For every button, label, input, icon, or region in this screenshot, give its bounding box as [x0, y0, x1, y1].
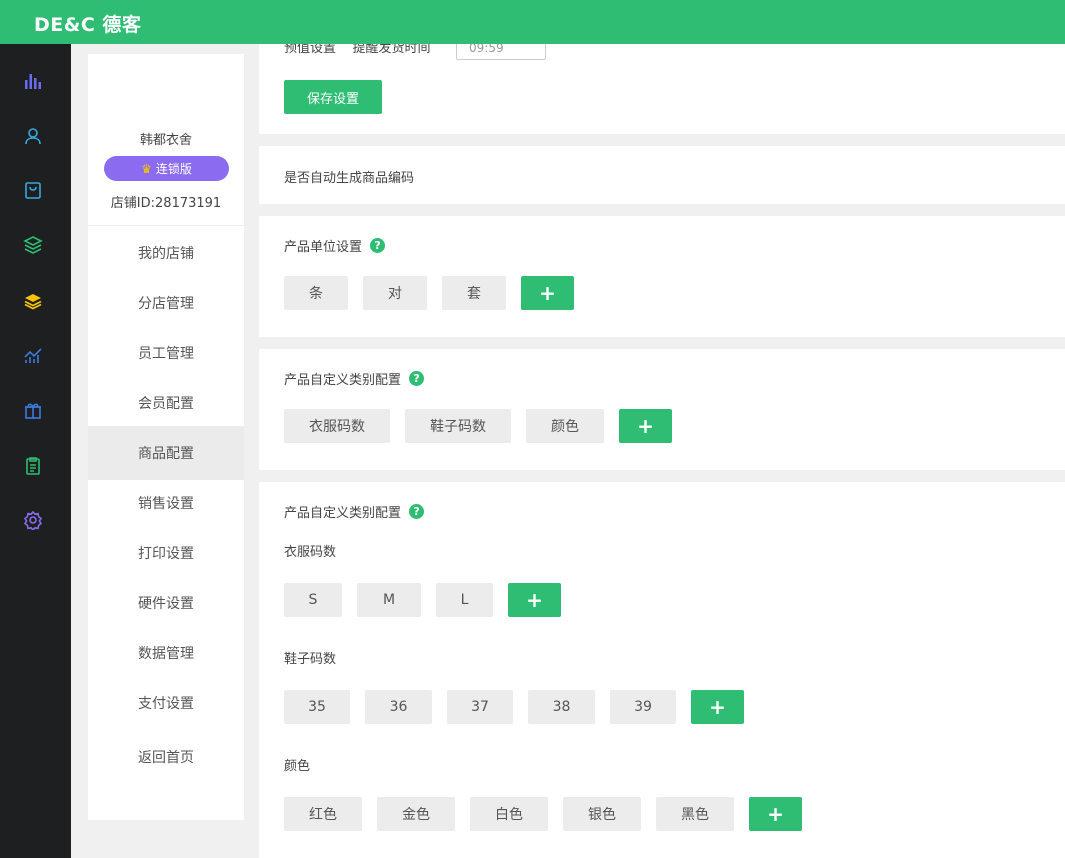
shoe-size-chip[interactable]: 36 — [365, 690, 432, 724]
user-icon[interactable] — [22, 125, 44, 147]
nav-item-branch-management[interactable]: 分店管理 — [88, 276, 244, 330]
color-chip[interactable]: 金色 — [377, 797, 455, 831]
crown-icon: ♛ — [141, 161, 152, 176]
unit-chip[interactable]: 套 — [442, 276, 506, 310]
nav-item-sales-settings[interactable]: 销售设置 — [88, 476, 244, 530]
layers-icon[interactable] — [22, 234, 44, 256]
stack-icon[interactable] — [22, 290, 44, 312]
shoe-size-chip[interactable]: 35 — [284, 690, 350, 724]
plan-label: 连锁版 — [155, 162, 192, 176]
nav-item-hardware-settings[interactable]: 硬件设置 — [88, 576, 244, 630]
unit-chip[interactable]: 条 — [284, 276, 348, 310]
custom-category-detail-card: 产品自定义类别配置 ? 衣服码数 S M L + 鞋子码数 35 36 37 3… — [259, 482, 1065, 858]
auto-code-card: 是否自动生成商品编码 — [259, 146, 1065, 204]
settings-nav-panel: 韩都衣舍 ♛ 连锁版 店铺ID:28173191 我的店铺 分店管理 员工管理 … — [88, 54, 244, 820]
clothing-size-chip[interactable]: S — [284, 583, 342, 617]
unit-chip[interactable]: 对 — [363, 276, 427, 310]
unit-settings-card: 产品单位设置 ? 条 对 套 + — [259, 216, 1065, 337]
nav-item-print-settings[interactable]: 打印设置 — [88, 526, 244, 580]
category-chip[interactable]: 颜色 — [526, 409, 604, 443]
nav-item-staff-management[interactable]: 员工管理 — [88, 326, 244, 380]
shoe-size-chip[interactable]: 39 — [610, 690, 676, 724]
shoe-size-chip[interactable]: 38 — [528, 690, 595, 724]
nav-item-payment-settings[interactable]: 支付设置 — [88, 676, 244, 730]
settings-icon[interactable] — [22, 509, 44, 531]
shopping-bag-icon[interactable] — [22, 179, 44, 201]
auto-code-label: 是否自动生成商品编码 — [284, 171, 415, 186]
unit-settings-label: 产品单位设置 ? — [284, 236, 386, 255]
nav-item-product-config[interactable]: 商品配置 — [88, 426, 244, 480]
icon-rail — [0, 44, 71, 858]
custom-category-card: 产品自定义类别配置 ? 衣服码数 鞋子码数 颜色 + — [259, 349, 1065, 470]
nav-item-data-management[interactable]: 数据管理 — [88, 626, 244, 680]
nav-item-back-home[interactable]: 返回首页 — [88, 730, 244, 784]
clothing-size-group-label: 衣服码数 — [284, 545, 337, 560]
add-color-button[interactable]: + — [749, 797, 802, 831]
clipboard-icon[interactable] — [22, 455, 44, 477]
shoe-size-group-label: 鞋子码数 — [284, 652, 337, 667]
gift-icon[interactable] — [22, 399, 44, 421]
clothing-size-chip[interactable]: M — [357, 583, 421, 617]
nav-item-my-store[interactable]: 我的店铺 — [88, 226, 244, 280]
add-shoe-size-button[interactable]: + — [691, 690, 744, 724]
color-chip[interactable]: 白色 — [470, 797, 548, 831]
add-category-button[interactable]: + — [619, 409, 672, 443]
shoe-size-chip[interactable]: 37 — [447, 690, 513, 724]
custom-category-detail-label: 产品自定义类别配置 ? — [284, 502, 425, 521]
top-bar: DE&C 德客 — [0, 0, 1065, 44]
color-chip[interactable]: 红色 — [284, 797, 362, 831]
custom-category-label: 产品自定义类别配置 ? — [284, 369, 425, 388]
app-logo[interactable]: DE&C 德客 — [34, 10, 141, 37]
clothing-size-chip[interactable]: L — [436, 583, 493, 617]
add-unit-button[interactable]: + — [521, 276, 574, 310]
add-clothing-size-button[interactable]: + — [508, 583, 561, 617]
bar-chart-icon[interactable] — [22, 70, 44, 92]
color-chip[interactable]: 银色 — [563, 797, 641, 831]
color-chip[interactable]: 黑色 — [656, 797, 734, 831]
help-icon[interactable]: ? — [370, 238, 386, 253]
category-chip[interactable]: 鞋子码数 — [405, 409, 511, 443]
trend-chart-icon[interactable] — [22, 344, 44, 366]
color-group-label: 颜色 — [284, 759, 311, 774]
plan-badge: ♛ 连锁版 — [104, 156, 229, 181]
nav-item-member-config[interactable]: 会员配置 — [88, 376, 244, 430]
save-settings-button[interactable]: 保存设置 — [284, 80, 382, 114]
threshold-settings-card: 预值设置 提醒发货时间 09:59 保存设置 — [259, 34, 1065, 134]
store-name: 韩都衣舍 — [139, 133, 192, 148]
help-icon[interactable]: ? — [409, 371, 425, 386]
help-icon[interactable]: ? — [409, 504, 425, 519]
category-chip[interactable]: 衣服码数 — [284, 409, 390, 443]
store-id: 店铺ID:28173191 — [110, 196, 222, 211]
